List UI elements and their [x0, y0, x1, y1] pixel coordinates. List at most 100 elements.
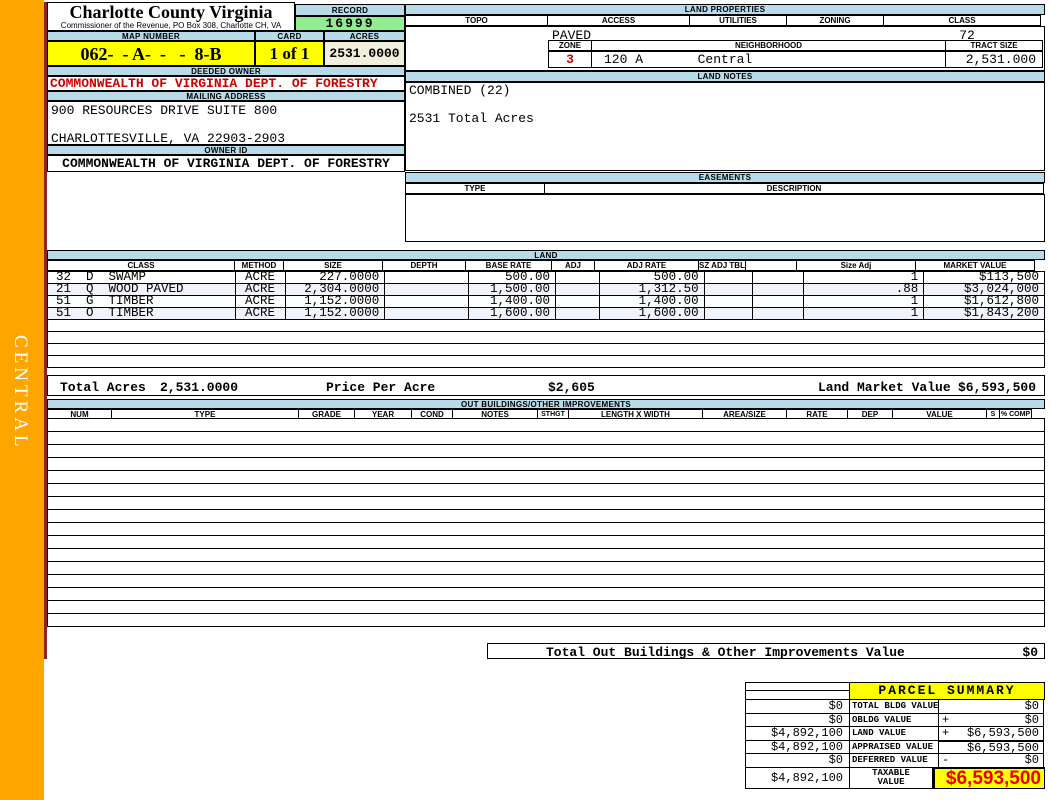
- tract-size-value: 2,531.000: [945, 51, 1043, 68]
- ob-empty-row: [47, 587, 1045, 601]
- taxable-value-label: TAXABLE VALUE: [849, 766, 933, 789]
- card-value: 1 of 1: [255, 41, 324, 66]
- land-row-3: 51 G TIMBER ACRE 1,152.0000 1,400.00 1,400.0…: [47, 295, 1045, 308]
- mailing-address-label: MAILING ADDRESS: [47, 91, 405, 101]
- ob-empty-row: [47, 509, 1045, 523]
- zone-neighborhood-values: 3 120 A Central 2,531.000: [548, 51, 1043, 68]
- land-properties-headers: TOPO ACCESS UTILITIES ZONING CLASS: [405, 15, 1041, 26]
- owner-id-value: COMMONWEALTH OF VIRGINIA DEPT. OF FOREST…: [47, 155, 405, 172]
- card-label: CARD: [255, 31, 324, 41]
- land-row-4: 51 O TIMBER ACRE 1,152.0000 1,600.00 1,600.0…: [47, 307, 1045, 320]
- ob-empty-row: [47, 444, 1045, 458]
- ob-empty-row: [47, 431, 1045, 445]
- property-record-card: CENTRAL Charlotte County Virginia Commis…: [0, 0, 1050, 800]
- price-per-acre-value: $2,605: [548, 380, 595, 395]
- land-sz-adj-tbl-header: SZ ADJ TBL: [698, 260, 746, 271]
- land-base-rate-header: BASE RATE: [465, 260, 552, 271]
- ob-empty-row: [47, 496, 1045, 510]
- parcel-summary-header-row: PARCEL SUMMARY: [745, 682, 1046, 700]
- owner-id-label: OWNER ID: [47, 145, 405, 155]
- parcel-summary-title: PARCEL SUMMARY: [849, 682, 1045, 700]
- total-acres-value: 2,531.0000: [160, 380, 239, 395]
- ob-empty-row: [47, 418, 1045, 432]
- ob-empty-row: [47, 548, 1045, 562]
- out-buildings-title: OUT BUILDINGS/OTHER IMPROVEMENTS: [47, 399, 1045, 409]
- easements-title: EASEMENTS: [405, 172, 1045, 183]
- land-row-1: 32 D SWAMP ACRE 227.0000 500.00 500.00 1 $113,…: [47, 271, 1045, 284]
- district-banner-text: CENTRAL: [10, 335, 31, 451]
- price-per-acre-label: Price Per Acre: [326, 380, 436, 395]
- topo-header: TOPO: [405, 15, 548, 26]
- land-adj-header: ADJ: [551, 260, 595, 271]
- easements-headers: TYPE DESCRIPTION: [405, 183, 1044, 194]
- map-number-label: MAP NUMBER: [47, 31, 255, 41]
- land-adj-rate-header: ADJ RATE: [594, 260, 699, 271]
- tract-size-header: TRACT SIZE: [945, 40, 1043, 51]
- land-blank-header: [745, 260, 797, 271]
- ob-empty-row: [47, 457, 1045, 471]
- county-title: Charlotte County Virginia: [69, 2, 273, 22]
- neighborhood-name: Central: [697, 52, 753, 67]
- class-header: CLASS: [883, 15, 1041, 26]
- ob-empty-row: [47, 470, 1045, 484]
- land-size-adj-header: Size Adj: [796, 260, 916, 271]
- neighborhood-code: 120 A: [604, 52, 644, 67]
- map-number-value: 062- - A- - - 8-B: [47, 41, 255, 66]
- utilities-header: UTILITIES: [689, 15, 787, 26]
- record-label: RECORD: [295, 4, 405, 16]
- zone-value: 3: [548, 51, 592, 68]
- land-row-2: 21 Q WOOD PAVED ACRE 2,304.0000 1,500.00 1,3…: [47, 283, 1045, 296]
- address-line-2: CHARLOTTESVILLE, VA 22903-2903: [51, 131, 286, 146]
- zone-header: ZONE: [548, 40, 592, 51]
- out-buildings-rows: [47, 418, 1045, 627]
- land-market-value-label: Land Market Value: [818, 380, 951, 395]
- address-line-1: 900 RESOURCES DRIVE SUITE 800: [51, 103, 278, 118]
- commissioner-line: Commissioner of the Revenue, PO Box 308,…: [60, 21, 282, 30]
- county-header-box: Charlotte County Virginia Commissioner o…: [47, 2, 295, 31]
- land-empty-row: [47, 355, 1045, 368]
- land-note-line-2: 2531 Total Acres: [409, 111, 534, 126]
- land-table-headers: CLASS METHOD SIZE DEPTH BASE RATE ADJ AD…: [47, 260, 1035, 271]
- land-method-header: METHOD: [234, 260, 284, 271]
- land-size-header: SIZE: [283, 260, 383, 271]
- ob-empty-row: [47, 535, 1045, 549]
- easement-description-header: DESCRIPTION: [544, 183, 1044, 194]
- out-buildings-total-row: Total Out Buildings & Other Improvements…: [487, 643, 1045, 660]
- summary-row-obldg: $0 OBLDG VALUE + $0: [745, 712, 1046, 728]
- summary-row-taxable: $4,892,100 TAXABLE VALUE $6,593,500: [745, 766, 1046, 789]
- acres-label: ACRES: [324, 31, 405, 41]
- neighborhood-value: 120 A Central: [591, 51, 946, 68]
- deeded-owner-value: COMMONWEALTH OF VIRGINIA DEPT. OF FOREST…: [47, 76, 405, 91]
- summary-row-total-bldg: $0 TOTAL BLDG VALUE $0: [745, 699, 1046, 714]
- land-notes-box: COMBINED (22) 2531 Total Acres: [405, 82, 1045, 171]
- ob-empty-row: [47, 600, 1045, 614]
- land-totals-row: Total Acres 2,531.0000 Price Per Acre $2…: [47, 375, 1045, 396]
- acres-value: 2531.0000: [324, 41, 405, 66]
- land-note-line-1: COMBINED (22): [409, 83, 511, 98]
- taxable-value: $6,593,500: [932, 766, 1045, 789]
- total-acres-label: Total Acres: [60, 380, 146, 395]
- summary-row-deferred: $0 DEFERRED VALUE - $0: [745, 753, 1046, 768]
- taxable-prev-value: $4,892,100: [745, 766, 850, 789]
- zone-neighborhood-headers: ZONE NEIGHBORHOOD TRACT SIZE: [548, 40, 1043, 51]
- out-buildings-total-label: Total Out Buildings & Other Improvements…: [546, 645, 905, 660]
- land-notes-title: LAND NOTES: [405, 71, 1045, 82]
- land-depth-header: DEPTH: [382, 260, 466, 271]
- easement-type-header: TYPE: [405, 183, 545, 194]
- parcel-summary-header-spacer: [745, 682, 850, 700]
- summary-row-land: $4,892,100 LAND VALUE + $6,593,500: [745, 726, 1046, 741]
- easements-box: [405, 194, 1045, 242]
- ob-empty-row: [47, 613, 1045, 627]
- ob-empty-row: [47, 522, 1045, 536]
- mailing-address-box: 900 RESOURCES DRIVE SUITE 800 CHARLOTTES…: [47, 101, 405, 146]
- land-market-value: $6,593,500: [957, 380, 1036, 395]
- access-header: ACCESS: [547, 15, 690, 26]
- out-buildings-total-value: $0: [1022, 645, 1038, 660]
- land-section-title: LAND: [47, 250, 1045, 260]
- land-properties-title: LAND PROPERTIES: [405, 4, 1045, 15]
- zoning-header: ZONING: [786, 15, 884, 26]
- summary-row-appraised: $4,892,100 APPRAISED VALUE $6,593,500: [745, 739, 1046, 755]
- parcel-summary: PARCEL SUMMARY $0 TOTAL BLDG VALUE $0 $0…: [745, 682, 1046, 789]
- ob-empty-row: [47, 483, 1045, 497]
- land-market-value-header: MARKET VALUE: [915, 260, 1035, 271]
